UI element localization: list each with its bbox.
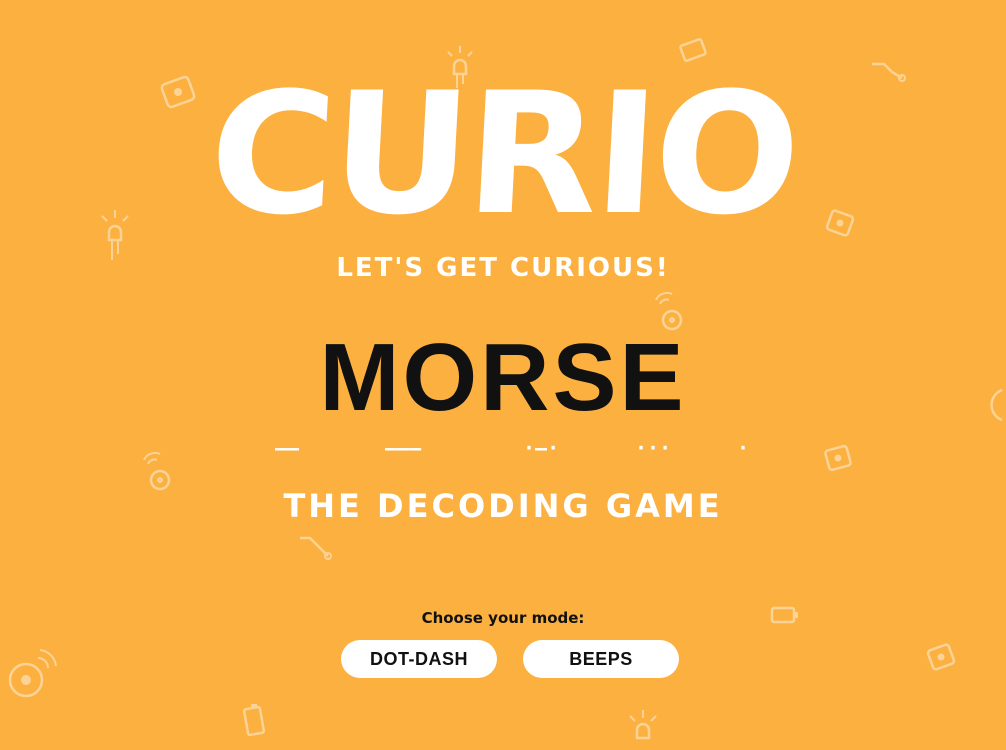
morse-letter-e: · — [737, 436, 750, 460]
robot-icon — [820, 440, 856, 476]
title-screen: CURIO LET'S GET CURIOUS! MORSE ‒‒ ‒‒‒ ·‒… — [0, 0, 1006, 750]
morse-letter-o: ‒‒‒ — [385, 436, 422, 460]
robot-icon — [924, 640, 958, 674]
battery-icon — [240, 700, 270, 740]
morse-letter-m: ‒‒ — [275, 436, 300, 460]
morse-letter-r: ·‒· — [523, 436, 560, 460]
game-title: MORSE — [319, 324, 687, 431]
morse-code-row: ‒‒ ‒‒‒ ·‒· ··· · — [275, 436, 755, 460]
curio-logo: CURIO — [204, 56, 802, 252]
dot-dash-mode-button[interactable]: DOT-DASH — [341, 640, 497, 678]
tagline: LET'S GET CURIOUS! — [336, 253, 670, 283]
game-subtitle: THE DECODING GAME — [283, 487, 723, 525]
led-bulb-icon — [626, 706, 660, 750]
morse-letter-s: ··· — [635, 436, 672, 460]
beeps-mode-button[interactable]: BEEPS — [523, 640, 679, 678]
mode-prompt: Choose your mode: — [421, 609, 585, 627]
speaker-icon — [2, 640, 62, 702]
wire-icon — [298, 534, 334, 564]
